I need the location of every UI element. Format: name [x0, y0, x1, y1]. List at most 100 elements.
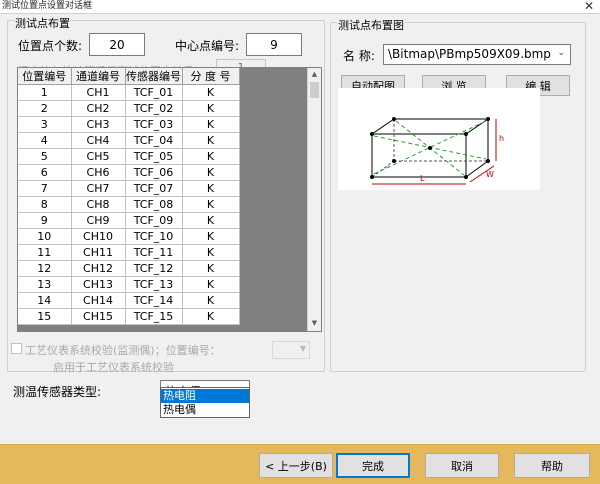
cell-graduation[interactable]: K	[182, 148, 240, 165]
cell-sensor[interactable]: TCF_14	[125, 292, 183, 309]
sensor-type-dropdown: 热电阻 热电偶	[160, 387, 250, 418]
cell-graduation[interactable]: K	[182, 308, 240, 325]
cell-graduation[interactable]: K	[182, 292, 240, 309]
sensor-option-rtd[interactable]: 热电阻	[161, 389, 249, 403]
cell-sensor[interactable]: TCF_06	[125, 164, 183, 181]
cell-sensor[interactable]: TCF_01	[125, 84, 183, 101]
cell-graduation[interactable]: K	[182, 116, 240, 133]
cell-channel[interactable]: CH4	[71, 132, 126, 149]
cell-channel[interactable]: CH13	[71, 276, 126, 293]
diagram-length-label: L	[420, 174, 425, 183]
cell-position[interactable]: 1	[18, 84, 72, 101]
cell-sensor[interactable]: TCF_15	[125, 308, 183, 325]
cell-position[interactable]: 2	[18, 100, 72, 117]
cell-position[interactable]: 12	[18, 260, 72, 277]
cell-position[interactable]: 15	[18, 308, 72, 325]
cell-channel[interactable]: CH3	[71, 116, 126, 133]
cell-position[interactable]: 5	[18, 148, 72, 165]
close-icon[interactable]: ✕	[584, 0, 594, 13]
table-row[interactable]: 3 CH3 TCF_03 K	[18, 116, 240, 133]
cell-position[interactable]: 8	[18, 196, 72, 213]
cell-sensor[interactable]: TCF_02	[125, 100, 183, 117]
table-row[interactable]: 15 CH15 TCF_15 K	[18, 308, 240, 325]
cell-position[interactable]: 9	[18, 212, 72, 229]
column-header-position[interactable]: 位置编号	[18, 68, 72, 85]
finish-button[interactable]: 完成	[336, 453, 410, 478]
table-row[interactable]: 1 CH1 TCF_01 K	[18, 84, 240, 101]
cell-sensor[interactable]: TCF_13	[125, 276, 183, 293]
cell-channel[interactable]: CH9	[71, 212, 126, 229]
cell-channel[interactable]: CH2	[71, 100, 126, 117]
table-row[interactable]: 2 CH2 TCF_02 K	[18, 100, 240, 117]
cell-graduation[interactable]: K	[182, 84, 240, 101]
table-row[interactable]: 10 CH10 TCF_10 K	[18, 228, 240, 245]
column-header-graduation[interactable]: 分 度 号	[182, 68, 240, 85]
cell-sensor[interactable]: TCF_05	[125, 148, 183, 165]
cell-graduation[interactable]: K	[182, 212, 240, 229]
grid-vertical-scrollbar[interactable]: ▲ ▼	[307, 68, 321, 331]
table-row[interactable]: 12 CH12 TCF_12 K	[18, 260, 240, 277]
scroll-down-icon[interactable]: ▼	[308, 317, 321, 330]
bitmap-file-select[interactable]: \Bitmap\PBmp509X09.bmp ⌄	[383, 44, 571, 65]
sensor-option-thermocouple[interactable]: 热电偶	[161, 403, 249, 417]
cell-channel[interactable]: CH1	[71, 84, 126, 101]
center-point-input[interactable]: 9	[246, 33, 302, 56]
cell-graduation[interactable]: K	[182, 196, 240, 213]
cell-graduation[interactable]: K	[182, 244, 240, 261]
column-header-sensor[interactable]: 传感器编号	[125, 68, 183, 85]
scroll-thumb[interactable]	[310, 82, 319, 98]
help-button[interactable]: 帮助	[514, 453, 590, 478]
table-row[interactable]: 8 CH8 TCF_08 K	[18, 196, 240, 213]
cell-channel[interactable]: CH11	[71, 244, 126, 261]
table-row[interactable]: 7 CH7 TCF_07 K	[18, 180, 240, 197]
table-row[interactable]: 6 CH6 TCF_06 K	[18, 164, 240, 181]
cell-sensor[interactable]: TCF_09	[125, 212, 183, 229]
bitmap-file-value: \Bitmap\PBmp509X09.bmp	[388, 47, 551, 61]
diagram-width-label: W	[486, 170, 494, 179]
table-row[interactable]: 4 CH4 TCF_04 K	[18, 132, 240, 149]
cell-sensor[interactable]: TCF_10	[125, 228, 183, 245]
cell-position[interactable]: 10	[18, 228, 72, 245]
cell-channel[interactable]: CH10	[71, 228, 126, 245]
cell-position[interactable]: 4	[18, 132, 72, 149]
verify-position-select: ▼	[272, 341, 310, 359]
cell-channel[interactable]: CH6	[71, 164, 126, 181]
table-row[interactable]: 13 CH13 TCF_13 K	[18, 276, 240, 293]
cell-channel[interactable]: CH5	[71, 148, 126, 165]
verify-checkbox[interactable]	[11, 343, 22, 354]
table-row[interactable]: 9 CH9 TCF_09 K	[18, 212, 240, 229]
cell-graduation[interactable]: K	[182, 132, 240, 149]
cell-sensor[interactable]: TCF_07	[125, 180, 183, 197]
cell-sensor[interactable]: TCF_03	[125, 116, 183, 133]
verify-label: 工艺仪表系统校验(监测偶)；位置编号：	[25, 344, 221, 357]
previous-button[interactable]: < 上一步(B)	[259, 453, 333, 478]
cell-sensor[interactable]: TCF_04	[125, 132, 183, 149]
cell-channel[interactable]: CH14	[71, 292, 126, 309]
cell-graduation[interactable]: K	[182, 164, 240, 181]
cell-channel[interactable]: CH15	[71, 308, 126, 325]
column-header-channel[interactable]: 通道编号	[71, 68, 126, 85]
cell-position[interactable]: 7	[18, 180, 72, 197]
table-row[interactable]: 5 CH5 TCF_05 K	[18, 148, 240, 165]
cell-channel[interactable]: CH12	[71, 260, 126, 277]
cell-position[interactable]: 6	[18, 164, 72, 181]
scroll-up-icon[interactable]: ▲	[308, 68, 321, 81]
cell-graduation[interactable]: K	[182, 180, 240, 197]
cell-graduation[interactable]: K	[182, 228, 240, 245]
table-row[interactable]: 14 CH14 TCF_14 K	[18, 292, 240, 309]
cell-sensor[interactable]: TCF_12	[125, 260, 183, 277]
cell-graduation[interactable]: K	[182, 100, 240, 117]
cell-position[interactable]: 11	[18, 244, 72, 261]
point-count-input[interactable]: 20	[89, 33, 145, 56]
table-row[interactable]: 11 CH11 TCF_11 K	[18, 244, 240, 261]
cell-position[interactable]: 3	[18, 116, 72, 133]
cell-position[interactable]: 13	[18, 276, 72, 293]
cell-channel[interactable]: CH8	[71, 196, 126, 213]
cell-sensor[interactable]: TCF_11	[125, 244, 183, 261]
cancel-button[interactable]: 取消	[425, 453, 499, 478]
cell-position[interactable]: 14	[18, 292, 72, 309]
cell-sensor[interactable]: TCF_08	[125, 196, 183, 213]
cell-graduation[interactable]: K	[182, 260, 240, 277]
cell-channel[interactable]: CH7	[71, 180, 126, 197]
cell-graduation[interactable]: K	[182, 276, 240, 293]
